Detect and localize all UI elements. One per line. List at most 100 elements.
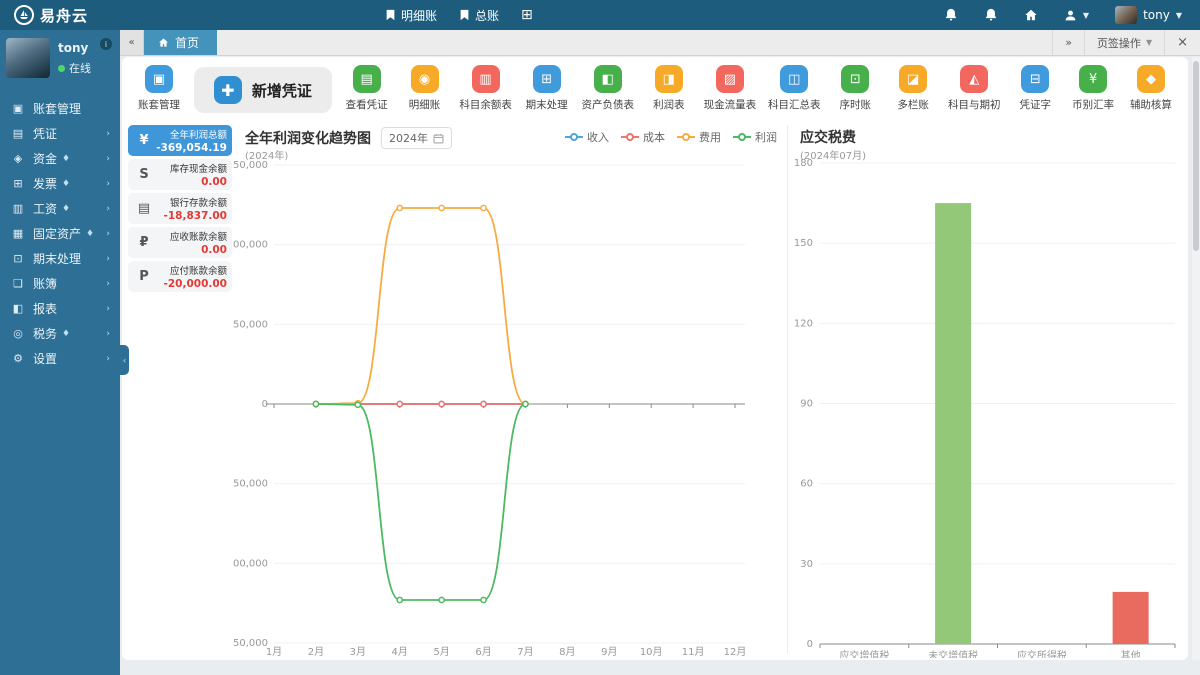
- notification-icon[interactable]: [944, 8, 958, 22]
- user-account[interactable]: tony ▼: [1115, 6, 1182, 24]
- toolbar-item-辅助核算[interactable]: ◆辅助核算: [1128, 65, 1174, 112]
- bar-chart-title: 应交税费: [800, 127, 856, 147]
- toolbar-item-新增凭证[interactable]: ✚新增凭证: [194, 67, 332, 113]
- toolbar-item-利润表[interactable]: ◨利润表: [646, 65, 692, 112]
- card-currency-icon: S: [134, 167, 154, 182]
- tab-close-icon[interactable]: ×: [1164, 30, 1200, 55]
- chevron-right-icon: ›: [106, 279, 110, 289]
- toolbar-item-期末处理[interactable]: ⊞期末处理: [524, 65, 570, 112]
- legend-item-利润[interactable]: 利润: [733, 129, 777, 145]
- toolbar-item-科目与期初[interactable]: ◭科目与期初: [948, 65, 1001, 112]
- sidebar-item-发票[interactable]: ⊞发票♦›: [0, 171, 120, 196]
- sidebar-item-固定资产[interactable]: ▦固定资产♦›: [0, 221, 120, 246]
- summary-card-应收账款余额[interactable]: ₽应收账款余额0.00: [128, 227, 232, 258]
- svg-text:-50,000: -50,000: [233, 479, 268, 490]
- toolbar-item-现金流量表[interactable]: ▨现金流量表: [704, 65, 757, 112]
- notification-icon-2[interactable]: [984, 8, 998, 22]
- premium-diamond-icon: ♦: [62, 179, 70, 189]
- summary-card-全年利润总额[interactable]: ¥全年利润总额-369,054.19: [128, 125, 232, 156]
- svg-text:30: 30: [800, 559, 813, 570]
- chevron-right-icon: ›: [106, 254, 110, 264]
- bookmark-icon: [459, 9, 470, 21]
- sidebar-item-账簿[interactable]: ❏账簿›: [0, 271, 120, 296]
- toolbar-item-科目余额表[interactable]: ▥科目余额表: [459, 65, 512, 112]
- sidebar-item-icon: ⚙: [10, 352, 26, 365]
- card-meta: 银行存款余额-18,837.00: [154, 195, 227, 222]
- topnav-明细账[interactable]: 明细账: [385, 7, 437, 24]
- toolbar-item-凭证字[interactable]: ⊟凭证字: [1012, 65, 1058, 112]
- legend-marker-icon: [565, 133, 583, 141]
- legend-marker-icon: [733, 133, 751, 141]
- toolbar-item-label: 币别汇率: [1072, 97, 1114, 112]
- card-currency-icon: ¥: [134, 133, 154, 148]
- scrollbar-thumb[interactable]: [1193, 61, 1199, 251]
- user-name: tony: [1143, 8, 1170, 22]
- card-currency-icon: P: [134, 269, 154, 284]
- toolbar-item-币别汇率[interactable]: ¥币别汇率: [1070, 65, 1116, 112]
- sidebar-item-报表[interactable]: ◧报表›: [0, 296, 120, 321]
- topnav-label: 明细账: [401, 7, 437, 24]
- card-value: 0.00: [154, 244, 227, 256]
- sidebar-item-工资[interactable]: ▥工资♦›: [0, 196, 120, 221]
- line-chart-canvas[interactable]: -150,000-100,000-50,000050,000100,000150…: [233, 121, 787, 658]
- tab-home[interactable]: 首页: [144, 30, 217, 55]
- svg-text:50,000: 50,000: [233, 319, 268, 330]
- sidebar-item-资金[interactable]: ◈资金♦›: [0, 146, 120, 171]
- toolbar-item-label: 现金流量表: [704, 97, 757, 112]
- sidebar-item-期末处理[interactable]: ⊡期末处理›: [0, 246, 120, 271]
- tabs-scroll-left-icon[interactable]: «: [120, 30, 144, 55]
- vertical-scrollbar[interactable]: [1192, 57, 1200, 660]
- svg-text:3月: 3月: [350, 646, 366, 658]
- toolbar-item-科目汇总表[interactable]: ◫科目汇总表: [768, 65, 821, 112]
- profit-trend-chart: 全年利润变化趋势图 2024年 (2024年) 收入 成本 费用 利润 -150…: [233, 121, 787, 658]
- bar-chart-canvas[interactable]: 0306090120150180应交增值税未交增值税应交所得税其他: [788, 121, 1186, 658]
- brand-name: 易舟云: [40, 5, 88, 26]
- summary-card-应付账款余额[interactable]: P应付账款余额-20,000.00: [128, 261, 232, 292]
- sidebar-item-凭证[interactable]: ▤凭证›: [0, 121, 120, 146]
- topnav-总账[interactable]: 总账: [459, 7, 499, 24]
- legend-item-费用[interactable]: 费用: [677, 129, 721, 145]
- toolbar-icon: ◉: [411, 65, 439, 93]
- year-filter[interactable]: 2024年: [381, 127, 452, 149]
- svg-text:150: 150: [794, 238, 813, 249]
- toolbar-icon: ◫: [780, 65, 808, 93]
- info-icon[interactable]: i: [100, 38, 112, 50]
- toolbar-item-资产负债表[interactable]: ◧资产负债表: [581, 65, 634, 112]
- sidebar-item-icon: ◧: [10, 302, 26, 315]
- chevron-right-icon: ›: [106, 304, 110, 314]
- toolbar-item-label: 期末处理: [526, 97, 568, 112]
- tab-actions-dropdown[interactable]: 页签操作 ▼: [1084, 30, 1164, 55]
- sidebar-item-icon: ▥: [10, 202, 26, 215]
- home-icon[interactable]: [1024, 8, 1038, 22]
- toolbar-item-查看凭证[interactable]: ▤查看凭证: [344, 65, 390, 112]
- toolbar-item-账套管理[interactable]: ▣账套管理: [136, 65, 182, 112]
- toolbar-item-明细账[interactable]: ◉明细账: [402, 65, 448, 112]
- sidebar-item-label: 工资: [33, 200, 57, 217]
- sidebar-item-icon: ▤: [10, 127, 26, 140]
- avatar[interactable]: [6, 38, 50, 78]
- legend-item-收入[interactable]: 收入: [565, 129, 609, 145]
- toolbar-item-多栏账[interactable]: ◪多栏账: [890, 65, 936, 112]
- dashboard: ¥全年利润总额-369,054.19S库存现金余额0.00▤银行存款余额-18,…: [122, 121, 1188, 658]
- sidebar-item-税务[interactable]: ◎税务♦›: [0, 321, 120, 346]
- user-menu-icon[interactable]: ▼: [1064, 9, 1089, 22]
- toolbar-item-序时账[interactable]: ⊡序时账: [832, 65, 878, 112]
- sidebar-item-设置[interactable]: ⚙设置›: [0, 346, 120, 371]
- toolbar-item-label: 利润表: [653, 97, 685, 112]
- boat-logo-icon: [14, 5, 34, 25]
- home-icon: [158, 37, 169, 48]
- summary-card-银行存款余额[interactable]: ▤银行存款余额-18,837.00: [128, 193, 232, 224]
- brand[interactable]: 易舟云: [0, 5, 175, 26]
- apps-grid-icon[interactable]: ⊞: [521, 7, 533, 23]
- toolbar-icon: ◭: [960, 65, 988, 93]
- sidebar-menu: ▣账套管理▤凭证›◈资金♦›⊞发票♦› ▥ 工资 ♦ › ▦固定资产♦›⊡期末处理›❏账簿…: [0, 96, 120, 371]
- sidebar-collapse-handle[interactable]: ‹: [120, 345, 129, 375]
- chevron-right-icon: ›: [106, 354, 110, 364]
- svg-text:9月: 9月: [601, 646, 617, 658]
- legend-item-成本[interactable]: 成本: [621, 129, 665, 145]
- tabs-scroll-right-icon[interactable]: »: [1052, 30, 1084, 55]
- svg-text:8月: 8月: [559, 646, 575, 658]
- sidebar-item-账套管理[interactable]: ▣账套管理: [0, 96, 120, 121]
- summary-card-库存现金余额[interactable]: S库存现金余额0.00: [128, 159, 232, 190]
- toolbar-icon: ▥: [472, 65, 500, 93]
